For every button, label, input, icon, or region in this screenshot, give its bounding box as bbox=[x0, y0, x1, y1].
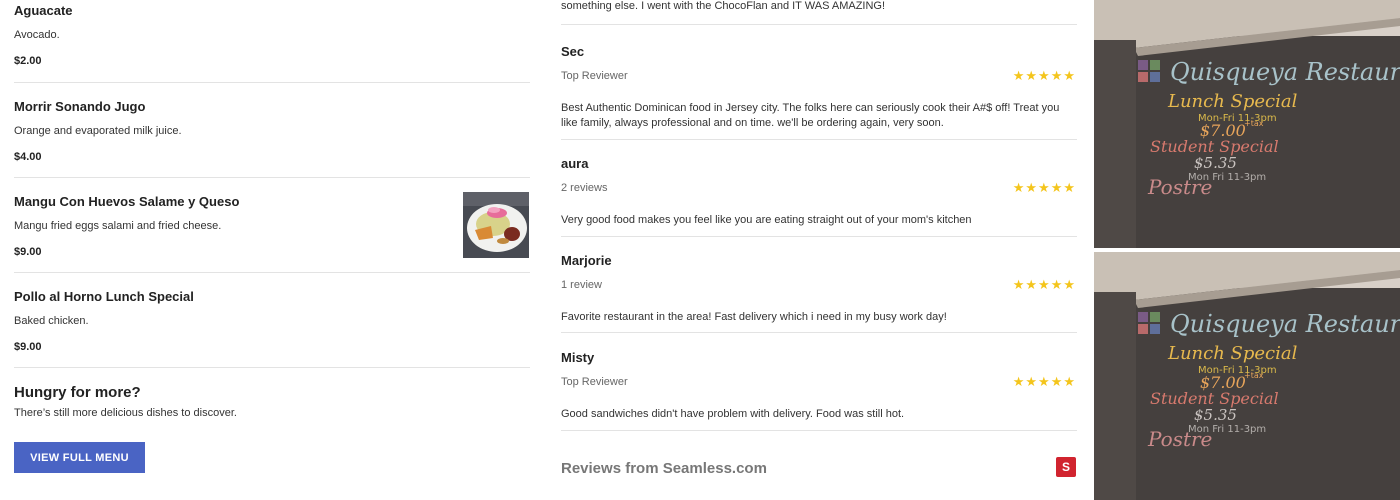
review-text: Favorite restaurant in the area! Fast de… bbox=[561, 311, 947, 323]
star-rating: ★ ★ ★ ★ ★ bbox=[1013, 375, 1075, 388]
reviewer-meta: Top Reviewer bbox=[561, 70, 628, 82]
star-icon: ★ bbox=[1012, 180, 1025, 195]
restaurant-photo[interactable]: Quisqueya Restaurant Lunch Special Mon-F… bbox=[1094, 252, 1400, 500]
menu-item[interactable]: Mangu Con Huevos Salame y Queso Mangu fr… bbox=[14, 178, 530, 273]
star-icon: ★ bbox=[1038, 180, 1050, 195]
chalk-brand: Quisqueya Restaurant bbox=[1170, 310, 1400, 338]
review-card: Marjorie 1 review ★ ★ ★ ★ ★ Favorite restaur… bbox=[561, 237, 1077, 333]
star-icon: ★ bbox=[1038, 68, 1050, 83]
reviewer-name[interactable]: Sec bbox=[561, 44, 584, 59]
menu-item-description: Mangu fried eggs salami and fried cheese… bbox=[14, 220, 222, 232]
star-icon: ★ bbox=[1063, 277, 1075, 292]
star-icon: ★ bbox=[1038, 277, 1050, 292]
chalk-tax: +tax bbox=[1244, 119, 1264, 128]
star-rating: ★ ★ ★ ★ ★ bbox=[1013, 278, 1075, 291]
chalk-lunch-special: Lunch Special bbox=[1167, 91, 1298, 112]
reviewer-name[interactable]: Misty bbox=[561, 350, 594, 365]
review-card: Misty Top Reviewer ★ ★ ★ ★ ★ Good sandwiches… bbox=[561, 334, 1077, 431]
menu-item-price: $4.00 bbox=[14, 151, 42, 163]
menu-item-name: Morrir Sonando Jugo bbox=[14, 99, 146, 114]
review-text: Very good food makes you feel like you a… bbox=[561, 214, 972, 226]
review-text: Best Authentic Dominican food in Jersey … bbox=[561, 102, 1060, 129]
chalk-lunch-special: Lunch Special bbox=[1167, 343, 1298, 364]
menu-item-name: Aguacate bbox=[14, 3, 73, 18]
chalk-student-price: $5.35 bbox=[1194, 154, 1237, 172]
restaurant-photo[interactable]: Quisqueya Restaurant Lunch Special Mon-F… bbox=[1094, 0, 1400, 248]
menu-item-price: $2.00 bbox=[14, 55, 42, 67]
menu-item-description: Baked chicken. bbox=[14, 315, 89, 327]
reviewer-meta: Top Reviewer bbox=[561, 376, 628, 388]
chalk-tax: +tax bbox=[1244, 371, 1264, 380]
star-icon: ★ bbox=[1063, 180, 1075, 195]
reviewer-meta: 1 review bbox=[561, 279, 602, 291]
reviewer-meta: 2 reviews bbox=[561, 182, 608, 194]
view-full-menu-button[interactable]: VIEW FULL MENU bbox=[14, 442, 145, 473]
menu-item-description: Avocado. bbox=[14, 29, 60, 41]
star-rating: ★ ★ ★ ★ ★ bbox=[1013, 181, 1075, 194]
star-icon: ★ bbox=[1050, 68, 1063, 83]
star-icon: ★ bbox=[1025, 374, 1038, 389]
reviews-source-title[interactable]: Reviews from Seamless.com bbox=[561, 460, 767, 477]
star-icon: ★ bbox=[1012, 374, 1025, 389]
menu-item-price: $9.00 bbox=[14, 246, 42, 258]
star-icon: ★ bbox=[1038, 374, 1050, 389]
chalk-brand: Quisqueya Restaurant bbox=[1170, 58, 1400, 86]
menu-list: Aguacate Avocado. $2.00 Morrir Sonando J… bbox=[14, 0, 530, 368]
reviewer-name[interactable]: Marjorie bbox=[561, 253, 612, 268]
star-icon: ★ bbox=[1025, 68, 1038, 83]
star-icon: ★ bbox=[1063, 68, 1075, 83]
menu-item-name: Mangu Con Huevos Salame y Queso bbox=[14, 194, 240, 209]
star-icon: ★ bbox=[1025, 180, 1038, 195]
menu-item-price: $9.00 bbox=[14, 341, 42, 353]
star-icon: ★ bbox=[1050, 374, 1063, 389]
menu-item[interactable]: Aguacate Avocado. $2.00 bbox=[14, 0, 530, 83]
star-icon: ★ bbox=[1050, 180, 1063, 195]
star-icon: ★ bbox=[1012, 277, 1025, 292]
star-rating: ★ ★ ★ ★ ★ bbox=[1013, 69, 1075, 82]
hungry-title: Hungry for more? bbox=[14, 384, 141, 401]
chalk-postre: Postre bbox=[1147, 427, 1212, 451]
review-card: Sec Top Reviewer ★ ★ ★ ★ ★ Best Authentic Do… bbox=[561, 28, 1077, 140]
review-card: aura 2 reviews ★ ★ ★ ★ ★ Very good food make… bbox=[561, 140, 1077, 237]
star-icon: ★ bbox=[1050, 277, 1063, 292]
star-icon: ★ bbox=[1063, 374, 1075, 389]
hungry-subtitle: There’s still more delicious dishes to d… bbox=[14, 407, 237, 419]
hungry-for-more-section: Hungry for more? There’s still more deli… bbox=[14, 384, 530, 473]
reviewer-name[interactable]: aura bbox=[561, 156, 588, 171]
menu-item[interactable]: Morrir Sonando Jugo Orange and evaporate… bbox=[14, 83, 530, 178]
menu-item-name: Pollo al Horno Lunch Special bbox=[14, 289, 194, 304]
dish-photo[interactable] bbox=[463, 192, 529, 258]
seamless-logo-icon[interactable]: S bbox=[1056, 457, 1076, 477]
star-icon: ★ bbox=[1025, 277, 1038, 292]
menu-item-description: Orange and evaporated milk juice. bbox=[14, 125, 182, 137]
star-icon: ★ bbox=[1012, 68, 1025, 83]
chalk-postre: Postre bbox=[1147, 175, 1212, 199]
review-text-continued: something else. I went with the ChocoFla… bbox=[561, 0, 1077, 25]
chalk-student-price: $5.35 bbox=[1194, 406, 1237, 424]
menu-item[interactable]: Pollo al Horno Lunch Special Baked chick… bbox=[14, 273, 530, 368]
review-text: Good sandwiches didn't have problem with… bbox=[561, 408, 905, 420]
